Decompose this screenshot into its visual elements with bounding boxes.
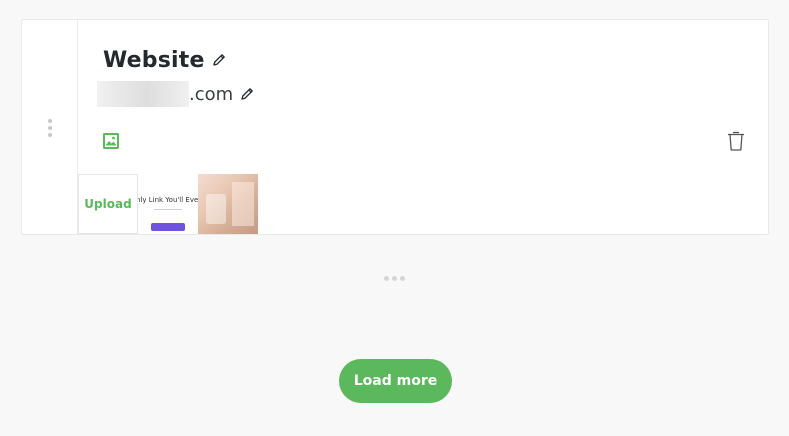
thumbnail-divider [154, 209, 182, 210]
edit-title-pencil-icon[interactable] [211, 52, 227, 68]
link-card: Website .com Upload nly Link You'll Ever [21, 19, 769, 235]
link-title: Website [103, 47, 205, 73]
url-suffix: .com [189, 83, 234, 105]
thumbnail-option[interactable]: nly Link You'll Ever [138, 174, 198, 234]
image-icon[interactable] [102, 132, 120, 150]
drag-handle-icon[interactable] [46, 119, 54, 139]
thumbnail-glass-graphic [206, 194, 226, 224]
thumbnail-button-graphic [151, 223, 185, 231]
drag-column[interactable] [22, 20, 78, 234]
loading-indicator [384, 276, 405, 281]
thumbnail-text: nly Link You'll Ever [138, 196, 198, 204]
trash-icon[interactable] [726, 130, 746, 152]
url-row: .com [97, 81, 255, 107]
upload-button[interactable]: Upload [78, 174, 138, 234]
edit-url-pencil-icon[interactable] [239, 86, 255, 102]
thumbnail-strip: Upload nly Link You'll Ever [78, 174, 258, 234]
title-row: Website [103, 45, 227, 75]
thumbnail-option[interactable] [198, 174, 258, 234]
load-more-button[interactable]: Load more [339, 359, 452, 403]
thumbnail-shine-graphic [232, 182, 254, 226]
url-redacted [97, 81, 189, 107]
